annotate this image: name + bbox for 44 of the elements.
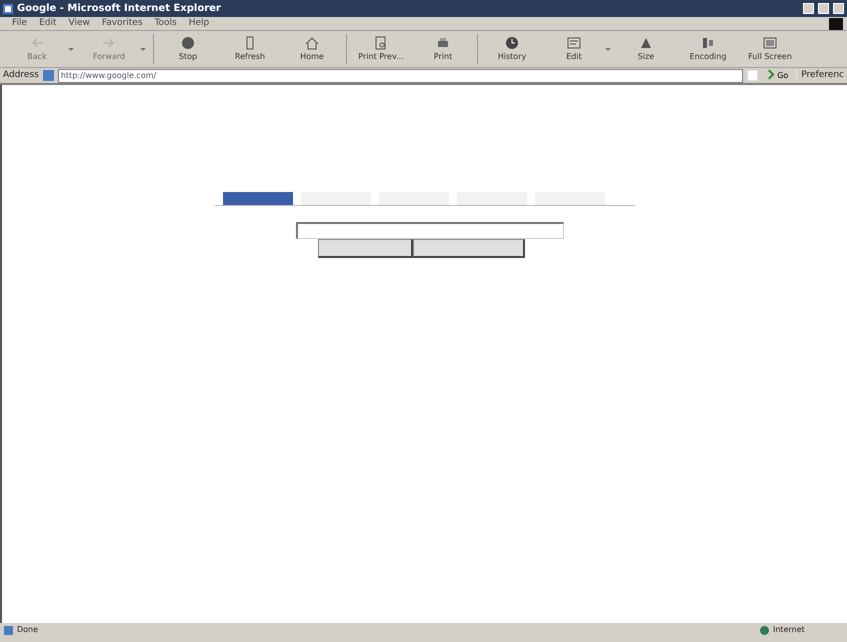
go-button[interactable]: Go (762, 70, 792, 82)
tab[interactable] (222, 192, 292, 205)
search-button[interactable] (318, 239, 412, 258)
tab[interactable] (300, 192, 370, 205)
toolbar-button[interactable]: Home (281, 33, 343, 65)
close-button[interactable] (833, 3, 844, 14)
tab[interactable] (456, 192, 526, 205)
toolbar-button[interactable]: Print Prev... (350, 33, 412, 65)
menu-item[interactable]: Favorites (96, 16, 149, 30)
address-label: Address (3, 68, 39, 82)
menu-item[interactable]: Help (182, 16, 216, 30)
search-button[interactable] (412, 239, 524, 258)
maximize-button[interactable] (818, 3, 829, 14)
toolbar-button[interactable]: Encoding (677, 33, 739, 65)
menu-item[interactable]: Edit (33, 16, 62, 30)
toolbar-button[interactable]: Size (615, 33, 677, 65)
menu-item[interactable]: View (62, 16, 96, 30)
caret-icon[interactable] (605, 48, 611, 54)
dropdown-button[interactable] (747, 70, 758, 81)
menu-item[interactable]: Tools (148, 16, 183, 30)
tab[interactable] (534, 192, 604, 205)
toolbar-button[interactable]: Stop (157, 33, 219, 65)
app-icon (3, 4, 13, 14)
home-icon (304, 35, 320, 51)
stop-icon (180, 35, 196, 51)
status-text: Done (17, 624, 40, 636)
address-field[interactable]: http://www.google.com/ (58, 68, 744, 82)
zone-text: Internet (773, 624, 806, 636)
toolbar-button[interactable]: Full Screen (739, 33, 801, 65)
toolbar-button[interactable]: History (481, 33, 543, 65)
encoding-icon (700, 35, 716, 51)
search-field[interactable] (296, 222, 564, 239)
toolbar-button[interactable]: Refresh (219, 33, 281, 65)
window-title: Google - Microsoft Internet Explorer (17, 2, 222, 16)
globe-icon (760, 626, 769, 634)
toolbar-button[interactable]: Print (412, 33, 474, 65)
tab[interactable] (378, 192, 448, 205)
minimize-button[interactable] (803, 3, 814, 14)
screen-icon (762, 35, 778, 51)
links-label[interactable]: Preferenc (796, 68, 844, 82)
menu-item[interactable]: File (6, 16, 34, 30)
document-icon (566, 35, 582, 51)
history-icon (504, 35, 520, 51)
toolbar-button[interactable]: Edit (543, 33, 605, 65)
